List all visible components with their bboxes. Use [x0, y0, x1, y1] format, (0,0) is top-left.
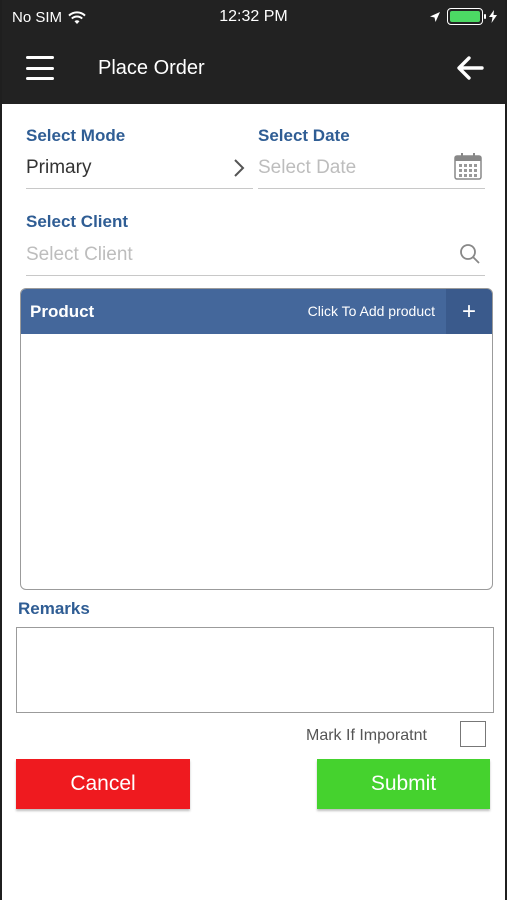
submit-button[interactable]: Submit: [317, 759, 490, 809]
product-title: Product: [30, 302, 95, 321]
select-date-field[interactable]: Select Date: [258, 149, 485, 189]
status-bar: No SIM 12:32 PM: [2, 0, 505, 34]
select-date-placeholder: Select Date: [258, 157, 357, 178]
mark-important-label: Mark If Imporatnt: [306, 727, 427, 744]
remarks-textarea[interactable]: [16, 627, 494, 713]
mark-important-checkbox[interactable]: [460, 721, 486, 747]
select-mode-value: Primary: [26, 157, 92, 178]
product-panel: Product Click To Add product +: [20, 288, 493, 590]
cancel-button[interactable]: Cancel: [16, 759, 190, 809]
select-client-label: Select Client: [26, 212, 129, 231]
nav-bar: Place Order: [2, 34, 505, 104]
battery-icon: [447, 8, 486, 25]
status-right: [429, 8, 497, 25]
chevron-right-icon: [234, 159, 245, 177]
product-list: [21, 334, 492, 589]
select-client-field[interactable]: Select Client: [26, 236, 485, 276]
calendar-icon[interactable]: [453, 151, 483, 181]
menu-button[interactable]: [26, 56, 54, 80]
location-arrow-icon: [430, 11, 440, 22]
select-date-label: Select Date: [258, 126, 350, 145]
menu-icon: [26, 56, 54, 59]
top-bar: No SIM 12:32 PM Place Order: [2, 0, 505, 104]
app-screen: No SIM 12:32 PM Place Order Select Mode …: [0, 0, 507, 900]
select-client-placeholder: Select Client: [26, 244, 133, 265]
charging-bolt-icon: [489, 10, 497, 23]
search-icon[interactable]: [459, 243, 481, 265]
remarks-label: Remarks: [18, 599, 90, 618]
add-product-hint[interactable]: Click To Add product: [308, 303, 435, 319]
product-header: Product Click To Add product +: [21, 289, 492, 334]
page-title: Place Order: [98, 57, 205, 79]
select-mode-field[interactable]: Primary: [26, 149, 253, 189]
select-mode-label: Select Mode: [26, 126, 126, 145]
add-product-button[interactable]: +: [446, 289, 492, 334]
back-arrow-icon[interactable]: [455, 54, 485, 82]
